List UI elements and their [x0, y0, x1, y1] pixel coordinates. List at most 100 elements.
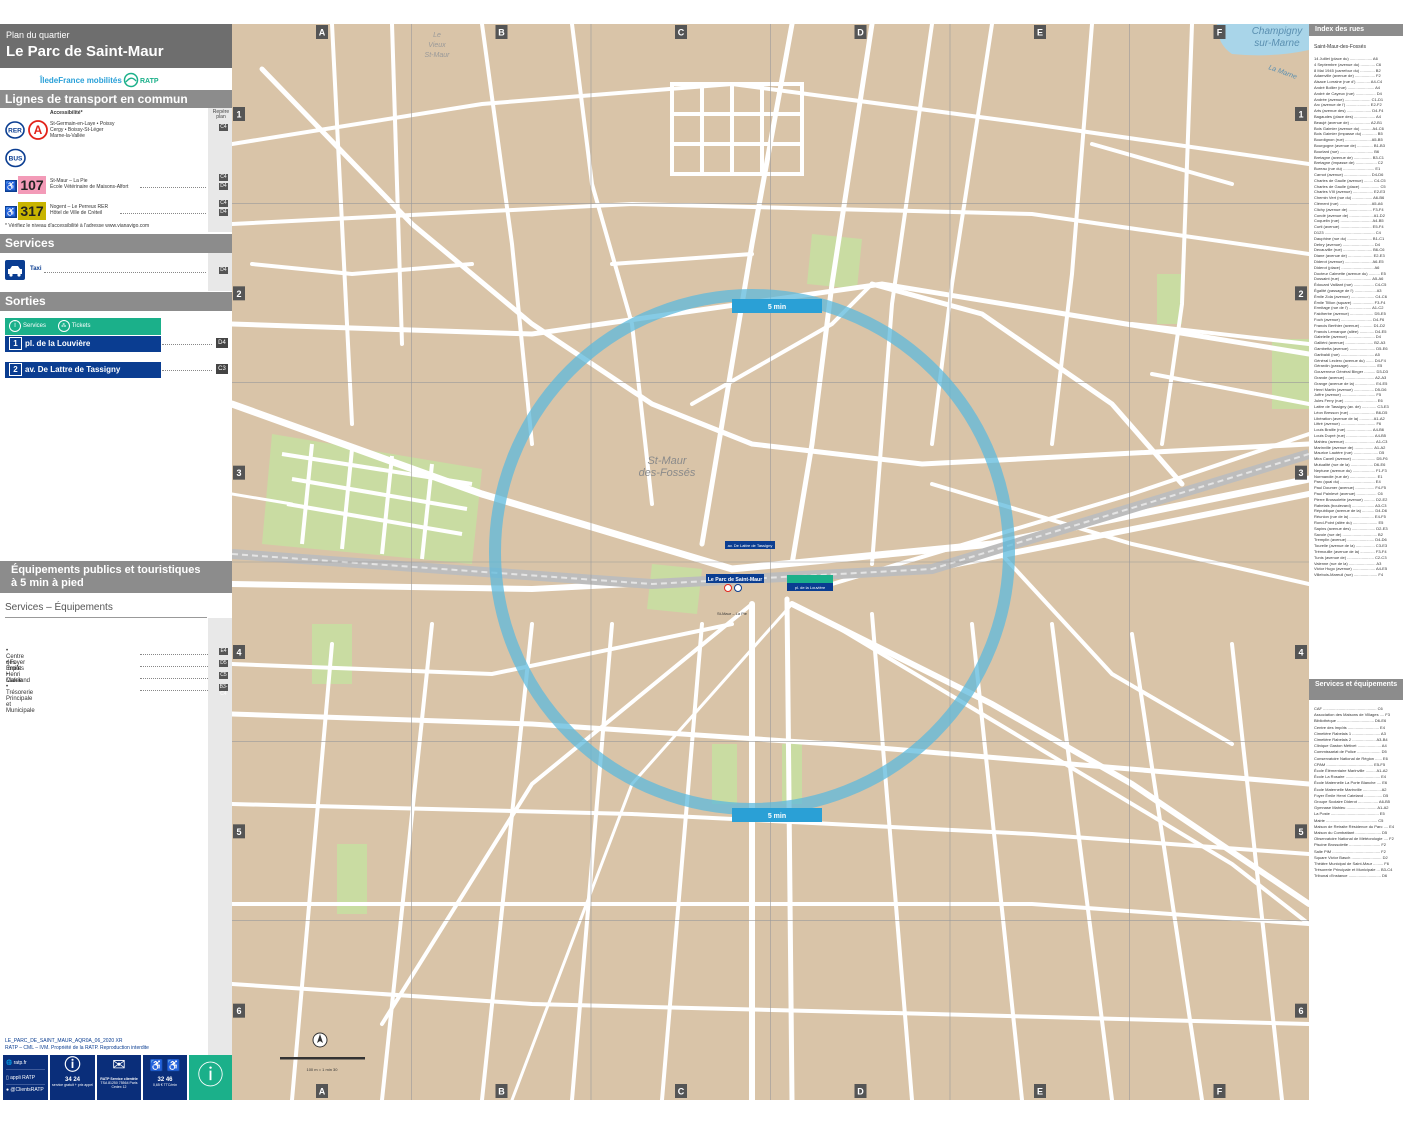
- grid-label: 3: [1298, 468, 1303, 478]
- walk-label-bottom: 5 min: [768, 813, 786, 820]
- grid-label: D: [857, 1087, 864, 1097]
- logos: ÎledeFrance mobilités RATP: [0, 72, 232, 92]
- ratp-logo: RATP: [123, 72, 163, 90]
- index-service: École Élémentaire Marinville ......... A…: [1314, 768, 1388, 773]
- sorties-heading: Sorties: [0, 292, 232, 311]
- district-label-2: des-Fossés: [639, 467, 696, 479]
- index-service: Tribunal d'Instance ....................…: [1314, 873, 1388, 879]
- exit-1: 1 pl. de la Louvière: [5, 336, 161, 352]
- old-town-2: Vieux: [428, 42, 446, 49]
- index-service: École Maternelle Marinville ............…: [1314, 786, 1387, 792]
- accessibility-tile: ♿ ♿ 32 46 0,65 € TTC/min: [143, 1055, 187, 1100]
- rer-ref: C4: [219, 124, 228, 131]
- index-service: Théâtre Municipal de Saint-Maur ........…: [1314, 861, 1389, 866]
- station-label: Le Parc de Saint-Maur: [708, 577, 762, 583]
- bus-stop-label: St-Maur – La Pie: [717, 611, 748, 616]
- index-service: Centre des Impôts ......................…: [1314, 724, 1385, 730]
- index-service: Cimetière Rabelais 1 ...................…: [1314, 730, 1386, 736]
- rer-a-icon: RER A: [5, 120, 48, 140]
- equipement-ref: B3-C4: [219, 684, 228, 697]
- old-town-1: Le: [433, 32, 441, 39]
- grid-label: 6: [1298, 1006, 1303, 1016]
- leader-dots: [140, 666, 208, 667]
- divider: [5, 617, 207, 618]
- accessibility-label: Accessibilité*: [50, 110, 83, 116]
- grid-label: 3: [236, 468, 241, 478]
- exit-1-name: pl. de la Louvière: [25, 339, 91, 348]
- bus-317-ref-2: D4: [219, 209, 228, 216]
- grid-label: 1: [1298, 110, 1303, 120]
- taxi-icon: [5, 260, 25, 280]
- info-point-tile: ⓘ: [189, 1055, 232, 1100]
- services-heading: Services: [0, 234, 232, 253]
- grid-label: F: [1217, 28, 1223, 38]
- bus-317-to: Hôtel de Ville de Créteil: [50, 210, 103, 216]
- equipement-ref: C5: [219, 672, 228, 679]
- grid-label: C: [678, 1087, 685, 1097]
- svg-text:RER: RER: [8, 128, 22, 135]
- wheelchair-icon: ♿: [5, 206, 17, 218]
- exit-1-marker[interactable]: pl. de la Louvière: [787, 575, 833, 591]
- exit-1-map-label: pl. de la Louvière: [795, 585, 826, 590]
- grid-label: 1: [236, 110, 241, 120]
- equipements-heading-2: à 5 min à pied: [11, 577, 84, 589]
- grid-label: 4: [236, 648, 241, 658]
- idf-logo: ÎledeFrance mobilités: [40, 76, 122, 85]
- grid-label: 5: [1298, 827, 1303, 837]
- transport-heading: Lignes de transport en commun: [0, 90, 232, 108]
- mail-icon: ✉: [112, 1057, 126, 1074]
- services-index-heading: Services et équipements: [1309, 679, 1403, 700]
- bus-107-ref-2: D4: [219, 183, 228, 190]
- exit-2-map-label: av. De Lattre de Tassigny: [728, 543, 773, 548]
- leader-dots: [162, 344, 212, 345]
- index-service: Maison du Combattant ...................…: [1314, 830, 1388, 835]
- grid-label: A: [319, 28, 326, 38]
- equipements-heading: Équipements publics et touristiques à 5 …: [0, 561, 232, 593]
- phone2-note: 0,65 € TTC/min: [152, 1083, 178, 1087]
- mail-tile: ✉ RATP Service clientèle TSA 81250 75564…: [97, 1055, 141, 1100]
- old-town-3: St-Maur: [425, 52, 451, 59]
- walk-label-top: 5 min: [768, 304, 786, 311]
- plan-header: Plan du quartier Le Parc de Saint-Maur: [0, 24, 232, 68]
- index-service: Maison de Retraite Résidence du Parc ...…: [1314, 823, 1395, 829]
- leader-dots: [140, 654, 208, 655]
- index-service: Observatoire National de Météorologie ..…: [1314, 836, 1394, 842]
- leader-dots: [120, 213, 206, 214]
- ticket-icon: ⁂: [57, 320, 70, 332]
- index-service: Bibliothèque ...........................…: [1314, 718, 1387, 724]
- web-link-ratp[interactable]: 🌐 ratp.fr: [6, 1058, 45, 1070]
- footer-code: LE_PARC_DE_SAINT_MAUR_AQR0A_06_2020 XR: [5, 1038, 123, 1044]
- grid-label: 6: [236, 1006, 241, 1016]
- grid-label: F: [1217, 1087, 1223, 1097]
- index-service: Salle PIM ..............................…: [1314, 848, 1386, 854]
- town-label-1: Champigny: [1252, 26, 1304, 37]
- index-service: La Poste ...............................…: [1314, 811, 1385, 817]
- index-service: École Maternelle La Porte Blanche .... E…: [1314, 780, 1388, 786]
- rer-badge: RER A: [5, 119, 51, 146]
- plan-subtitle: Plan du quartier: [6, 30, 70, 40]
- footer-tiles: 🌐 ratp.fr ▯ appli RATP ● @ClientsRATP ⓘ …: [0, 1055, 232, 1100]
- web-link-app[interactable]: ▯ appli RATP: [6, 1073, 45, 1085]
- tab-services-label: Services: [23, 323, 47, 329]
- index-service: Association des Maisons de Villages ....…: [1314, 712, 1390, 718]
- map-page: Plan du quartier Le Parc de Saint-Maur Î…: [0, 0, 1416, 1122]
- info-icon: ⓘ: [64, 1057, 81, 1074]
- index-service: Square Victor Basch ....................…: [1314, 854, 1388, 860]
- web-link-twitter[interactable]: ● @ClientsRATP: [6, 1085, 45, 1096]
- neighbourhood-map[interactable]: A A B B C C D D E E F F 1 1 2 2 3 3 4 4 5 5 6 6 5 min 5 min St-…: [232, 24, 1309, 1100]
- district-label-1: St-Maur: [647, 455, 687, 467]
- index-street: Villebois-Mareuil (rue) ................…: [1314, 572, 1384, 578]
- bus-317-badge: 317: [18, 202, 46, 220]
- info-icon: i: [9, 320, 21, 332]
- svg-text:A: A: [34, 123, 43, 137]
- index-service: Clinique Gaston Métivet ................…: [1314, 743, 1387, 749]
- rer-branch-3: Marne-la-Vallée: [50, 133, 85, 139]
- bus-107-to: École Vétérinaire de Maisons-Alfort: [50, 184, 129, 190]
- leader-dots: [140, 690, 208, 691]
- accessibility-icons: ♿ ♿: [149, 1060, 181, 1072]
- equipements-sub: Services – Équipements: [5, 602, 113, 613]
- exit-2-marker[interactable]: av. De Lattre de Tassigny: [725, 541, 775, 549]
- grid-label: 5: [236, 827, 241, 837]
- phone-tile: ⓘ 34 24 service gratuit + prix appel: [50, 1055, 95, 1100]
- grid-label: E: [1037, 28, 1043, 38]
